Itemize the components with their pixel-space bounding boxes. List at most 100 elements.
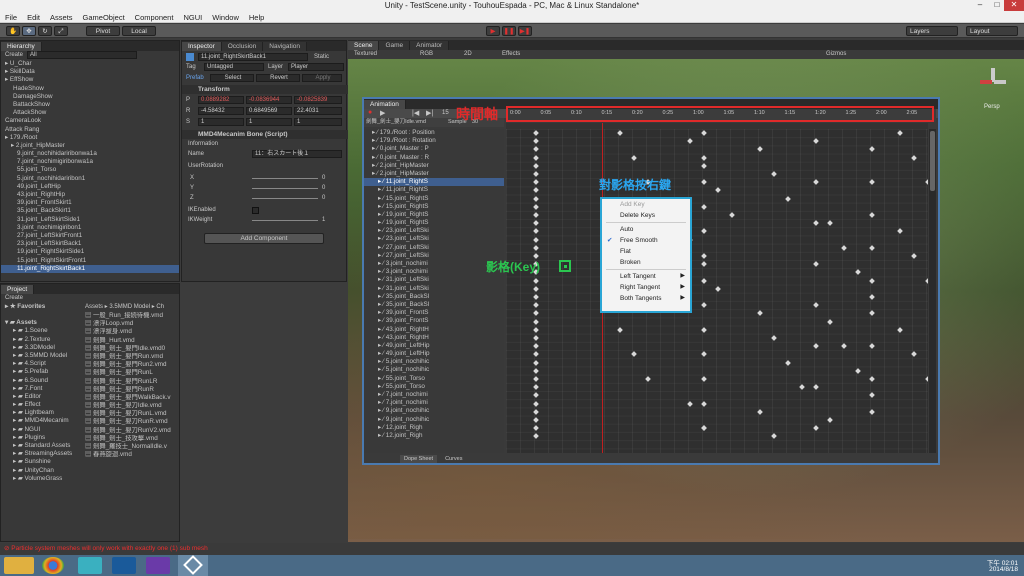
file-item[interactable]: ▤ 漂浮拔身.vmd	[85, 328, 181, 336]
tab-curves[interactable]: Curves	[441, 455, 466, 463]
file-item[interactable]: ▤ 劍舞_劍士_嬰門RunR	[85, 386, 181, 394]
animated-property[interactable]: ▸ ⁄ 5.joint_nochihic	[364, 358, 504, 366]
keyframe[interactable]	[533, 146, 539, 153]
hierarchy-item[interactable]: AttackShow	[1, 109, 179, 117]
animated-property[interactable]: ▸ ⁄ 5.joint_nochihic	[364, 366, 504, 374]
bone-name-field[interactable]: 11：右スカート後１	[252, 150, 342, 158]
animated-property[interactable]: ▸ ⁄ 27.joint_LeftSki	[364, 244, 504, 252]
keyframe[interactable]	[869, 343, 875, 350]
hierarchy-item[interactable]: HadeShow	[1, 85, 179, 93]
folder-item[interactable]: ▸ ▰ UnityChan	[1, 467, 83, 475]
folder-item[interactable]: ▸ ▰ 3.3DModel	[1, 344, 83, 352]
keyframe[interactable]	[827, 318, 833, 325]
pivot-toggle[interactable]: Pivot	[86, 26, 120, 36]
shading-dropdown[interactable]: Textured	[354, 50, 377, 59]
keyframe[interactable]	[701, 425, 707, 432]
menu-both-tangents[interactable]: Both Tangents ▶	[602, 293, 690, 304]
unity-icon[interactable]	[178, 555, 208, 576]
file-item[interactable]: ▤ 劍舞_劍士_嬰門Run2.vmd	[85, 361, 181, 369]
animated-property[interactable]: ▸ ⁄ 49.joint_LeftHip	[364, 342, 504, 350]
animated-property[interactable]: ▸ ⁄ 7.joint_nochimi	[364, 399, 504, 407]
keyframe[interactable]	[533, 285, 539, 292]
tab-inspector[interactable]: Inspector	[182, 42, 222, 51]
hierarchy-item[interactable]: ▸ SkillData	[1, 68, 179, 76]
animated-property[interactable]: ▸ ⁄ 23.joint_LeftSki	[364, 235, 504, 243]
hierarchy-item[interactable]: ▸ 2.joint_HipMaster	[1, 142, 179, 150]
hierarchy-item[interactable]: 31.joint_LeftSkirtSide1	[1, 216, 179, 224]
animated-property[interactable]: ▸ ⁄ 19.joint_RightS	[364, 219, 504, 227]
animated-property[interactable]: ▸ ⁄ 179./Root : Position	[364, 129, 504, 137]
keyframe[interactable]	[631, 154, 637, 161]
keyframe[interactable]	[869, 146, 875, 153]
rotation-x-field[interactable]: -4.58432	[198, 107, 244, 115]
keyframe[interactable]	[841, 244, 847, 251]
animated-property[interactable]: ▸ ⁄ 15.joint_RightS	[364, 195, 504, 203]
animated-property[interactable]: ▸ ⁄ 12.joint_Righ	[364, 432, 504, 440]
animated-property[interactable]: ▸ ⁄ 2.joint_HipMaster	[364, 170, 504, 178]
menu-component[interactable]: Component	[130, 12, 179, 22]
axis-y-slider[interactable]	[252, 188, 318, 189]
keyframe[interactable]	[897, 326, 903, 333]
keyframe[interactable]	[533, 179, 539, 186]
folder-item[interactable]: ▸ ▰ 7.Font	[1, 385, 83, 393]
scale-z-field[interactable]: 1	[294, 118, 342, 126]
animated-property[interactable]: ▸ ⁄ 31.joint_LeftSki	[364, 285, 504, 293]
ik-weight-slider[interactable]	[252, 220, 318, 221]
hierarchy-item[interactable]: 7.joint_nochimigiribonwa1a	[1, 158, 179, 166]
file-item[interactable]: ▤ 劍舞_劍士_嬰門Idle.vmd0	[85, 345, 181, 353]
keyframe[interactable]	[533, 244, 539, 251]
gizmos-dropdown[interactable]: Gizmos	[826, 50, 846, 59]
folder-item[interactable]: ▸ ▰ 5.Prefab	[1, 368, 83, 376]
tab-project[interactable]: Project	[1, 285, 35, 294]
keyframe[interactable]	[757, 408, 763, 415]
animated-property[interactable]: ▸ ⁄ 55.joint_Torso	[364, 375, 504, 383]
keyframe[interactable]	[869, 179, 875, 186]
ik-enabled-checkbox[interactable]	[252, 207, 259, 214]
keyframe[interactable]	[533, 277, 539, 284]
keyframe[interactable]	[533, 294, 539, 300]
hierarchy-item[interactable]: 15.joint_RightSkirtFront1	[1, 257, 179, 265]
2d-toggle[interactable]: 2D	[464, 50, 472, 59]
folder-item[interactable]: ▸ ▰ Lightbeam	[1, 409, 83, 417]
position-z-field[interactable]: -0.0825839	[294, 96, 342, 104]
keyframe[interactable]	[911, 154, 917, 161]
animated-property[interactable]: ▸ ⁄ 0.joint_Master : P	[364, 145, 504, 153]
mmd-app-icon[interactable]	[112, 557, 136, 574]
keyframe[interactable]	[533, 359, 539, 366]
close-button[interactable]: ✕	[1004, 0, 1024, 11]
menu-add-key[interactable]: Add Key	[602, 199, 690, 210]
menu-auto[interactable]: Auto	[602, 224, 690, 235]
keyframe[interactable]	[729, 212, 735, 218]
keyframe[interactable]	[771, 171, 777, 177]
dope-scrollbar[interactable]	[929, 129, 936, 453]
animated-property[interactable]: ▸ ⁄ 11.joint_RightS	[364, 186, 504, 194]
keyframe[interactable]	[533, 392, 539, 399]
animated-property[interactable]: ▸ ⁄ 43.joint_RightH	[364, 334, 504, 342]
keyframe[interactable]	[869, 408, 875, 415]
tab-dope-sheet[interactable]: Dope Sheet	[400, 455, 438, 463]
keyframe[interactable]	[771, 433, 777, 440]
prefab-apply-button[interactable]: Apply	[302, 74, 342, 82]
folder-item[interactable]: ▸ ▰ VolumeGrass	[1, 475, 83, 483]
keyframe[interactable]	[533, 236, 539, 243]
hierarchy-item[interactable]: ▸ EffShow	[1, 76, 179, 84]
animated-property[interactable]: ▸ ⁄ 3.joint_nochimi	[364, 260, 504, 268]
file-item[interactable]: ▤ 劍舞_劍士_嬰門WalkBack.v	[85, 394, 181, 402]
tag-dropdown[interactable]: Untagged	[204, 63, 264, 71]
animated-property[interactable]: ▸ ⁄ 49.joint_LeftHip	[364, 350, 504, 358]
menu-delete-keys[interactable]: Delete Keys	[602, 210, 690, 221]
keyframe[interactable]	[533, 310, 539, 317]
keyframe[interactable]	[701, 228, 707, 235]
keyframe[interactable]	[533, 302, 539, 309]
console-status-bar[interactable]: ⊘ Particle system meshes will only work …	[0, 543, 1024, 555]
folder-item[interactable]: ▸ ▰ Sunshine	[1, 458, 83, 466]
keyframe[interactable]	[533, 220, 539, 227]
keyframe[interactable]	[799, 384, 805, 391]
animated-property[interactable]: ▸ ⁄ 35.joint_BackSl	[364, 301, 504, 309]
rgb-dropdown[interactable]: RGB	[420, 50, 433, 59]
folder-item[interactable]: ▸ ▰ Editor	[1, 393, 83, 401]
axis-z-value[interactable]: 0	[322, 195, 325, 201]
keyframe[interactable]	[827, 417, 833, 423]
keyframe[interactable]	[869, 244, 875, 251]
keyframe[interactable]	[617, 130, 623, 136]
